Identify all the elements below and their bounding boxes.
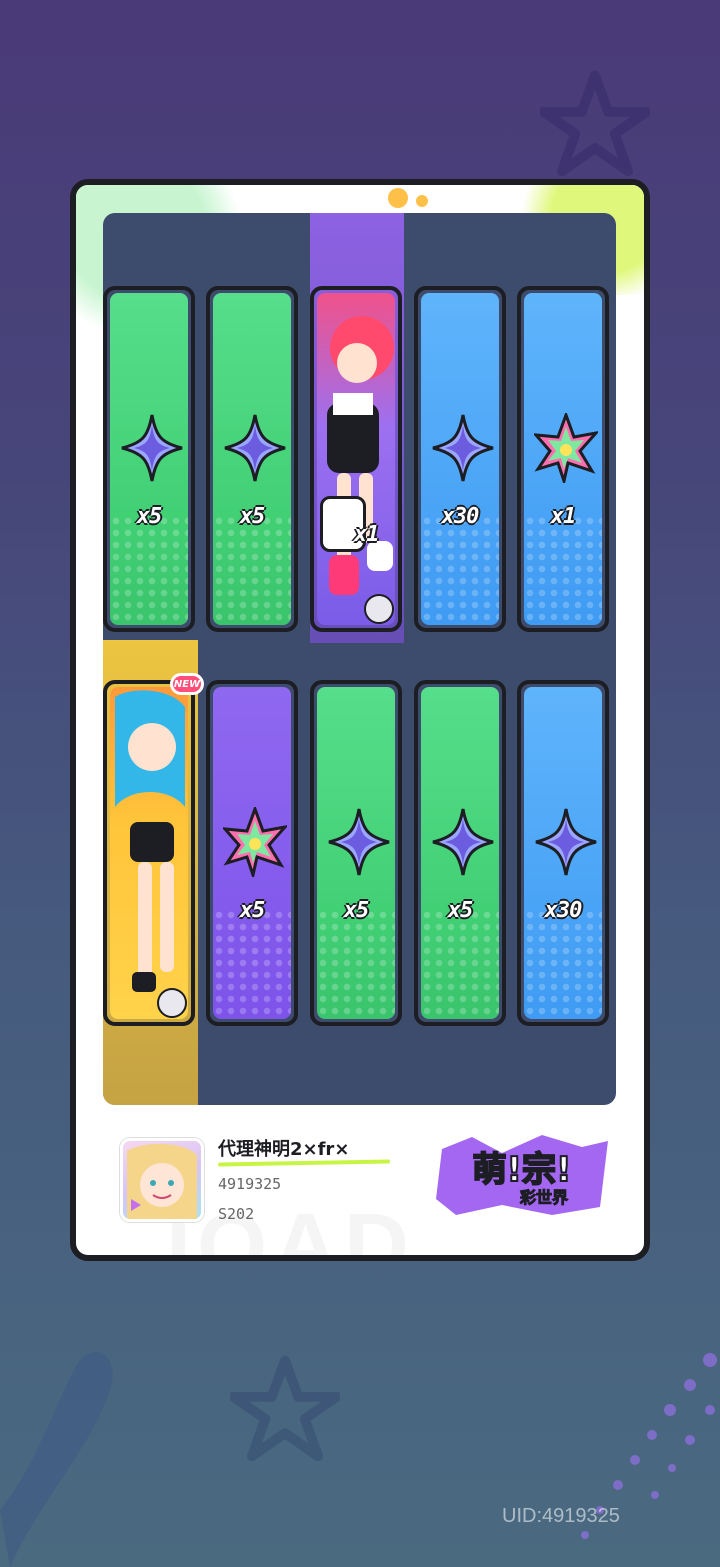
reward-quantity: x30 (544, 898, 583, 923)
crystal-star-icon (432, 414, 494, 482)
game-logo: 萌!宗! 彩世界 (436, 1135, 608, 1215)
crystal-star-icon (328, 808, 390, 876)
reward-quantity: x5 (239, 898, 266, 923)
reward-tile[interactable]: x30 (517, 680, 609, 1026)
crystal-star-icon (535, 808, 597, 876)
reward-tile[interactable]: x1 (517, 286, 609, 632)
player-name: 代理神明2×fr× (218, 1139, 350, 1160)
reward-tile[interactable]: x5 (414, 680, 506, 1026)
character-portrait (115, 690, 185, 992)
server-label: S202 (218, 1205, 255, 1223)
reward-tile[interactable]: x30 (414, 286, 506, 632)
reward-quantity: x5 (343, 898, 370, 923)
reward-tile[interactable]: x5 (103, 286, 195, 632)
dots-decoration (581, 1353, 717, 1539)
rainbow-leaf-icon (223, 807, 287, 877)
splash-decoration (0, 1351, 113, 1567)
reward-tile[interactable]: x5 (206, 286, 298, 632)
reward-quantity: x1 (550, 504, 577, 529)
star-doodle-icon (540, 70, 650, 177)
rainbow-leaf-icon (534, 413, 598, 483)
gacha-result-card: x5 x5 x1 x30 x1 NEW x5 x5 x5 x30 代理神明2×f… (70, 179, 650, 1261)
reward-tile[interactable]: x5 (206, 680, 298, 1026)
dot-decoration (388, 188, 408, 208)
reward-quantity: x5 (239, 504, 266, 529)
character-card-tile[interactable] (103, 680, 195, 1026)
character-portrait (327, 316, 394, 595)
logo-title: 萌!宗! (472, 1150, 571, 1190)
uid-label: UID:4919325 (502, 1505, 620, 1527)
pin-icon (364, 594, 394, 624)
reward-quantity: x1 (354, 522, 380, 547)
logo-subtitle: 彩世界 (519, 1188, 568, 1207)
avatar-portrait (127, 1143, 197, 1219)
crystal-star-icon (432, 808, 494, 876)
reward-quantity: x5 (447, 898, 474, 923)
new-badge: NEW (170, 673, 204, 695)
reward-quantity: x5 (136, 504, 163, 529)
star-doodle-icon (230, 1355, 340, 1462)
crystal-star-icon (121, 414, 183, 482)
avatar[interactable] (120, 1138, 204, 1222)
crystal-star-icon (224, 414, 286, 482)
dot-decoration (416, 195, 428, 207)
reward-quantity: x30 (441, 504, 480, 529)
pin-icon (157, 988, 187, 1018)
reward-tile[interactable]: x5 (310, 680, 402, 1026)
player-id: 4919325 (218, 1175, 282, 1193)
character-card-tile[interactable]: x1 (310, 286, 402, 632)
